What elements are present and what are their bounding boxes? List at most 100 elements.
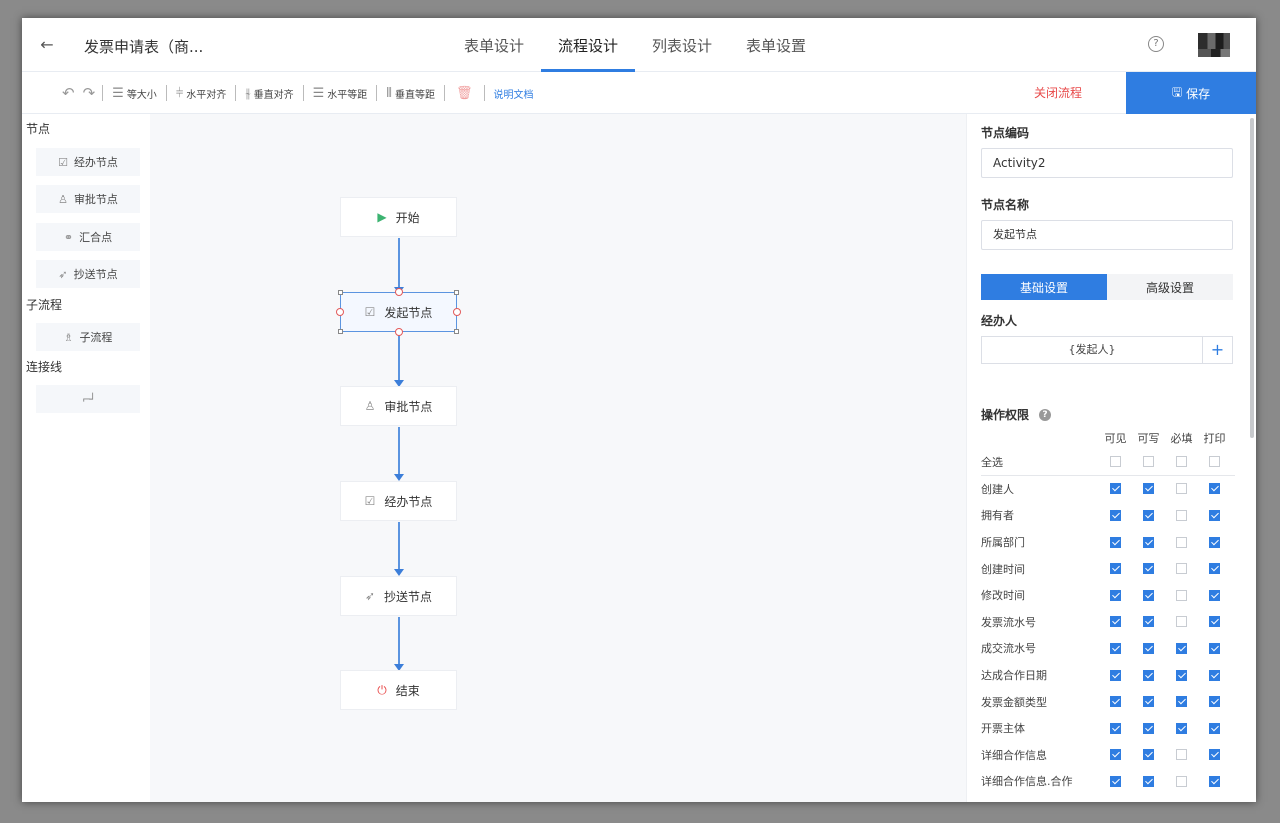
print-checkbox[interactable] bbox=[1209, 722, 1220, 734]
print-checkbox[interactable] bbox=[1209, 509, 1220, 521]
flow-node-initiate[interactable]: ☑ 发起节点 bbox=[336, 288, 461, 336]
palette-item-cc-node[interactable]: ➶ 抄送节点 bbox=[36, 260, 140, 288]
flow-node-start[interactable]: ▶ 开始 bbox=[340, 197, 457, 237]
flow-node-end[interactable]: ⏻ 结束 bbox=[340, 670, 457, 710]
writable-checkbox[interactable] bbox=[1143, 563, 1154, 575]
required-checkbox[interactable] bbox=[1176, 589, 1187, 601]
visible-checkbox[interactable] bbox=[1110, 775, 1121, 787]
select-all-required-checkbox[interactable] bbox=[1176, 456, 1187, 468]
panel-scrollbar[interactable] bbox=[1250, 118, 1254, 438]
flow-node-approval[interactable]: ♙ 审批节点 bbox=[340, 386, 457, 426]
resize-handle[interactable] bbox=[338, 329, 343, 334]
required-checkbox[interactable] bbox=[1176, 775, 1187, 787]
writable-checkbox[interactable] bbox=[1143, 536, 1154, 548]
handler-value[interactable]: {发起人} bbox=[982, 337, 1202, 363]
undo-icon[interactable]: ↶ bbox=[58, 84, 79, 102]
required-checkbox[interactable] bbox=[1176, 616, 1187, 628]
visible-checkbox[interactable] bbox=[1110, 749, 1121, 761]
required-checkbox[interactable] bbox=[1176, 669, 1187, 681]
visible-checkbox[interactable] bbox=[1110, 669, 1121, 681]
required-checkbox[interactable] bbox=[1176, 536, 1187, 548]
palette-item-handle-node[interactable]: ☑ 经办节点 bbox=[36, 148, 140, 176]
writable-checkbox[interactable] bbox=[1143, 749, 1154, 761]
tab-form-settings[interactable]: 表单设置 bbox=[729, 18, 823, 72]
node-code-input[interactable]: Activity2 bbox=[981, 148, 1233, 178]
print-checkbox[interactable] bbox=[1209, 589, 1220, 601]
close-flow-button[interactable]: 关闭流程 bbox=[1034, 72, 1082, 114]
visible-checkbox[interactable] bbox=[1110, 642, 1121, 654]
visible-checkbox[interactable] bbox=[1110, 509, 1121, 521]
trash-icon[interactable]: 🗑 bbox=[448, 86, 481, 101]
anchor-point[interactable] bbox=[395, 288, 403, 296]
tab-advanced-settings[interactable]: 高级设置 bbox=[1107, 274, 1233, 300]
flow-connector[interactable] bbox=[394, 522, 404, 576]
writable-checkbox[interactable] bbox=[1143, 509, 1154, 521]
writable-checkbox[interactable] bbox=[1143, 589, 1154, 601]
writable-checkbox[interactable] bbox=[1143, 696, 1154, 708]
writable-checkbox[interactable] bbox=[1143, 616, 1154, 628]
writable-checkbox[interactable] bbox=[1143, 483, 1154, 495]
visible-checkbox[interactable] bbox=[1110, 696, 1121, 708]
avatar[interactable] bbox=[1198, 33, 1230, 57]
visible-checkbox[interactable] bbox=[1110, 616, 1121, 628]
palette-item-connector[interactable]: ⌐┘ bbox=[36, 385, 140, 413]
required-checkbox[interactable] bbox=[1176, 642, 1187, 654]
print-checkbox[interactable] bbox=[1209, 642, 1220, 654]
tab-form-design[interactable]: 表单设计 bbox=[447, 18, 541, 72]
required-checkbox[interactable] bbox=[1176, 563, 1187, 575]
flow-canvas[interactable]: ▶ 开始 ☑ 发起节点 ♙ 审批节点 ☑ 经办节点 ➶ 抄送节点 ⏻ 结束 bbox=[150, 114, 966, 802]
anchor-point[interactable] bbox=[336, 308, 344, 316]
writable-checkbox[interactable] bbox=[1143, 669, 1154, 681]
required-checkbox[interactable] bbox=[1176, 509, 1187, 521]
flow-connector[interactable] bbox=[394, 617, 404, 671]
print-checkbox[interactable] bbox=[1209, 483, 1220, 495]
tab-list-design[interactable]: 列表设计 bbox=[635, 18, 729, 72]
print-checkbox[interactable] bbox=[1209, 749, 1220, 761]
equal-size-button[interactable]: ☰ 等大小 bbox=[106, 72, 163, 114]
flow-node-handle[interactable]: ☑ 经办节点 bbox=[340, 481, 457, 521]
tab-flow-design[interactable]: 流程设计 bbox=[541, 18, 636, 72]
resize-handle[interactable] bbox=[338, 290, 343, 295]
visible-checkbox[interactable] bbox=[1110, 563, 1121, 575]
help-icon[interactable]: ? bbox=[1039, 408, 1052, 421]
anchor-point[interactable] bbox=[453, 308, 461, 316]
resize-handle[interactable] bbox=[454, 290, 459, 295]
save-button[interactable]: 🖫 保存 bbox=[1126, 72, 1256, 114]
print-checkbox[interactable] bbox=[1209, 616, 1220, 628]
required-checkbox[interactable] bbox=[1176, 749, 1187, 761]
tab-basic-settings[interactable]: 基础设置 bbox=[981, 274, 1107, 300]
print-checkbox[interactable] bbox=[1209, 669, 1220, 681]
select-all-writable-checkbox[interactable] bbox=[1143, 456, 1154, 468]
print-checkbox[interactable] bbox=[1209, 563, 1220, 575]
align-vertical-button[interactable]: ⫳ 垂直对齐 bbox=[239, 72, 299, 114]
palette-item-merge-point[interactable]: ⚭ 汇合点 bbox=[36, 223, 140, 251]
required-checkbox[interactable] bbox=[1176, 722, 1187, 734]
visible-checkbox[interactable] bbox=[1110, 536, 1121, 548]
select-all-visible-checkbox[interactable] bbox=[1110, 456, 1121, 468]
required-checkbox[interactable] bbox=[1176, 483, 1187, 495]
flow-connector[interactable] bbox=[394, 333, 404, 387]
add-handler-button[interactable]: + bbox=[1202, 337, 1232, 363]
print-checkbox[interactable] bbox=[1209, 696, 1220, 708]
writable-checkbox[interactable] bbox=[1143, 642, 1154, 654]
writable-checkbox[interactable] bbox=[1143, 775, 1154, 787]
distribute-vertical-button[interactable]: ⦀ 垂直等距 bbox=[380, 72, 441, 114]
redo-icon[interactable]: ↷ bbox=[79, 84, 100, 102]
help-icon[interactable]: ? bbox=[1148, 36, 1164, 52]
select-all-print-checkbox[interactable] bbox=[1209, 456, 1220, 468]
node-name-input[interactable]: 发起节点 bbox=[981, 220, 1233, 250]
arrow-left-icon[interactable]: ← bbox=[36, 34, 58, 56]
flow-connector[interactable] bbox=[394, 238, 404, 294]
doc-link[interactable]: 说明文档 bbox=[488, 86, 540, 101]
palette-item-subflow[interactable]: ♗ 子流程 bbox=[36, 323, 140, 351]
writable-checkbox[interactable] bbox=[1143, 722, 1154, 734]
required-checkbox[interactable] bbox=[1176, 696, 1187, 708]
flow-connector[interactable] bbox=[394, 427, 404, 481]
resize-handle[interactable] bbox=[454, 329, 459, 334]
print-checkbox[interactable] bbox=[1209, 775, 1220, 787]
align-horizontal-button[interactable]: ⫩ 水平对齐 bbox=[170, 72, 232, 114]
print-checkbox[interactable] bbox=[1209, 536, 1220, 548]
palette-item-approval-node[interactable]: ♙ 审批节点 bbox=[36, 185, 140, 213]
visible-checkbox[interactable] bbox=[1110, 722, 1121, 734]
flow-node-cc[interactable]: ➶ 抄送节点 bbox=[340, 576, 457, 616]
